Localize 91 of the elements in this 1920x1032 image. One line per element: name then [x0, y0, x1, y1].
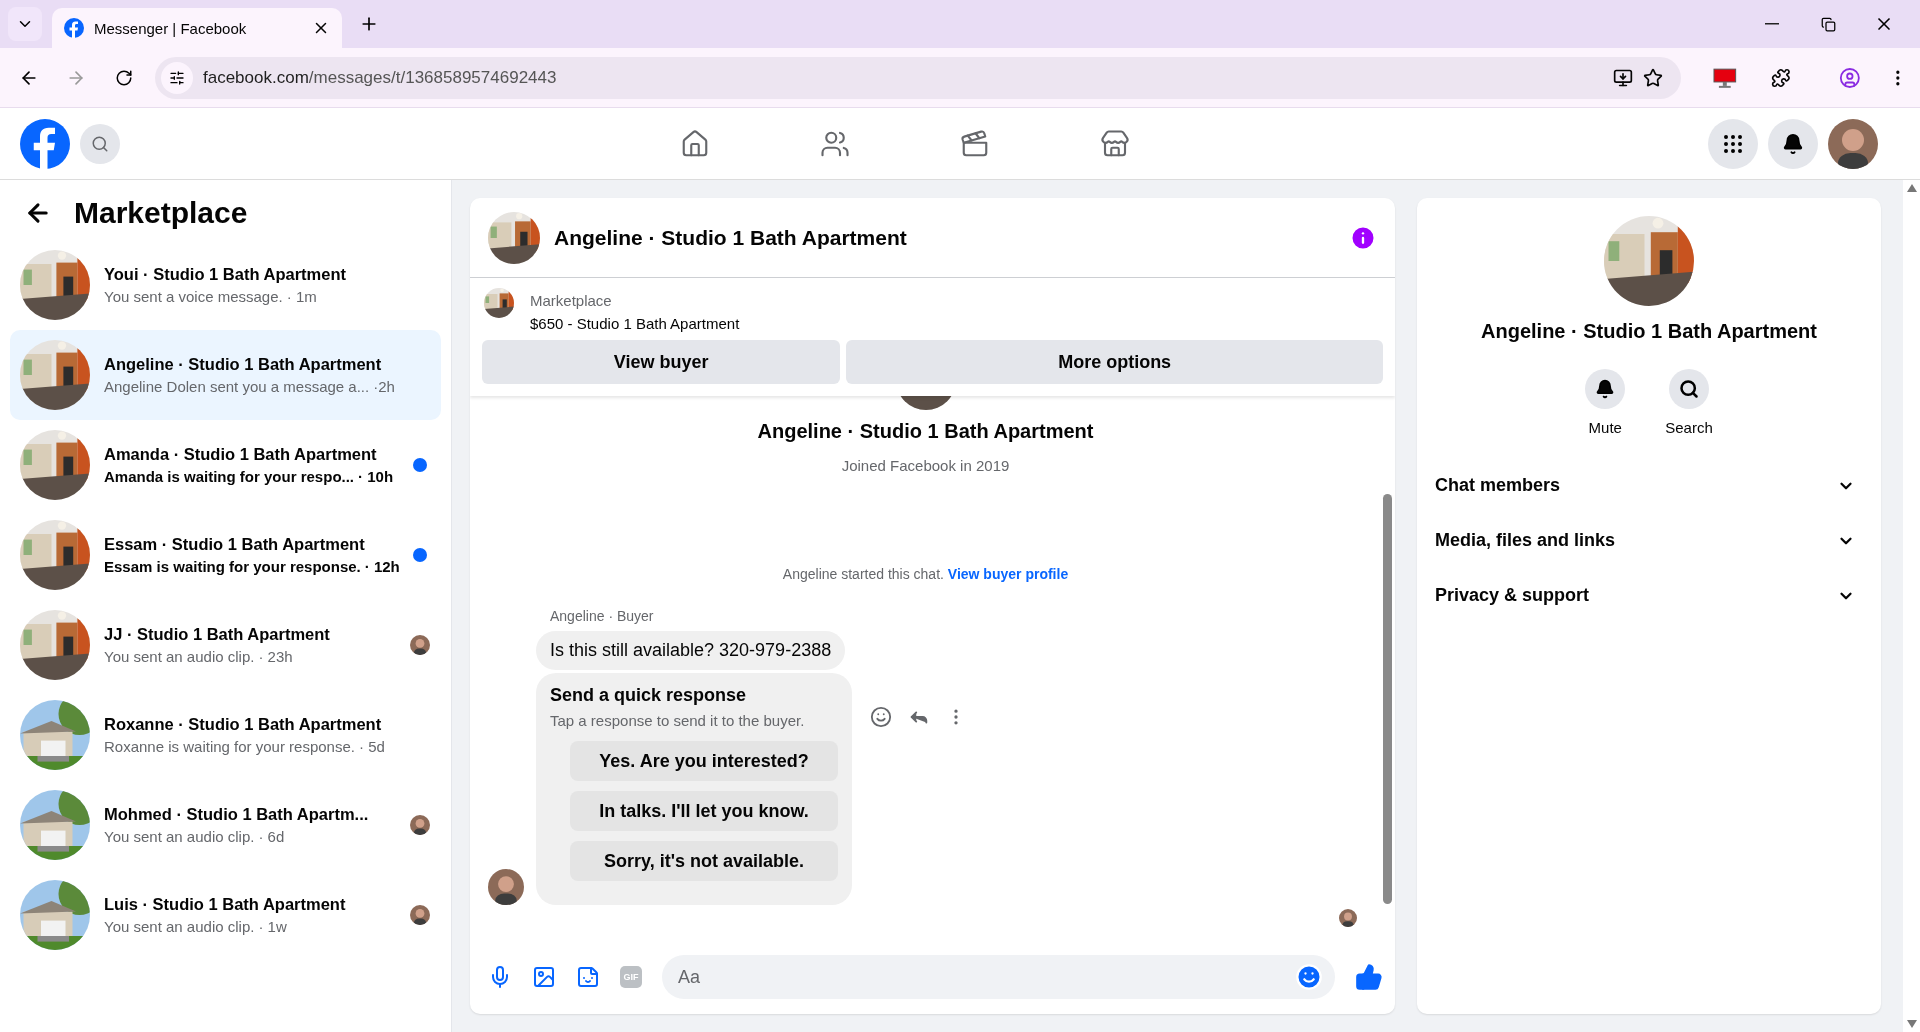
chat-title: Angeline · Studio 1 Bath Apartment	[554, 225, 908, 250]
like-icon[interactable]	[1355, 963, 1383, 991]
browser-tab[interactable]: Messenger | Facebook	[52, 8, 342, 48]
action-label: Search	[1665, 419, 1713, 436]
image-icon[interactable]	[532, 965, 556, 989]
message-preview: You sent an audio clip.	[104, 828, 255, 845]
site-settings-button[interactable]	[160, 61, 193, 94]
quick-reply-button[interactable]: In talks. I'll let you know.	[570, 791, 838, 831]
extensions-icon[interactable]	[1770, 67, 1791, 88]
message-time: · 23h	[258, 648, 293, 665]
conversation-item[interactable]: Mohmed · Studio 1 Bath Apartm... You sent an audio clip. · 6d	[10, 780, 441, 870]
bookmark-star-icon[interactable]	[1643, 67, 1664, 88]
facebook-logo-icon[interactable]	[20, 118, 70, 169]
tab-title: Messenger | Facebook	[94, 19, 248, 37]
scroll-up-icon[interactable]	[1906, 184, 1917, 192]
section-header[interactable]: Privacy & support	[1435, 568, 1863, 623]
quick-reply-button[interactable]: Sorry, it's not available.	[570, 841, 838, 881]
sender-label: Angeline · Buyer	[549, 608, 655, 624]
restore-icon	[1820, 16, 1836, 32]
conversation-name: Mohmed · Studio 1 Bath Apartm...	[104, 805, 369, 824]
section-header[interactable]: Media, files and links	[1435, 513, 1863, 568]
buyer-profile-link[interactable]: View buyer profile	[947, 566, 1069, 582]
video-icon[interactable]	[960, 129, 990, 159]
quick-reply-button[interactable]: Yes. Are you interested?	[570, 741, 838, 781]
friends-icon[interactable]	[820, 129, 850, 159]
install-icon[interactable]	[1613, 67, 1634, 88]
message-bubble: Is this still available? 320-979-2388	[536, 631, 846, 670]
conversation-item[interactable]: Roxanne · Studio 1 Bath Apartment Roxanne is waiting for your response. · 5d	[10, 690, 441, 780]
listing-source: Marketplace	[530, 292, 613, 309]
url-text: facebook.com/messages/t/1368589574692443	[202, 67, 558, 88]
message-time: · 6d	[258, 828, 285, 845]
conversation-name: Essam · Studio 1 Bath Apartment	[104, 535, 365, 554]
action-label: Mute	[1588, 419, 1622, 436]
quick-response-title: Send a quick response	[550, 685, 747, 706]
chat-notice: Angeline started this chat. View buyer profile	[781, 566, 1070, 582]
conversation-item[interactable]: Essam · Studio 1 Bath Apartment Essam is waiting for your response. · 12h	[10, 510, 441, 600]
conversation-name: JJ · Studio 1 Bath Apartment	[104, 625, 330, 644]
address-bar[interactable]: facebook.com/messages/t/1368589574692443	[154, 56, 1682, 99]
message-time: · 1m	[286, 288, 317, 305]
conversation-name: Youi · Studio 1 Bath Apartment	[104, 265, 346, 284]
notifications-button[interactable]	[1768, 118, 1818, 169]
bell-icon	[1782, 132, 1804, 155]
conversation-item[interactable]: Angeline · Studio 1 Bath Apartment Angeline Dolen sent you a message a... ·2h	[10, 330, 441, 420]
conversation-item[interactable]: Youi · Studio 1 Bath Apartment You sent a voice message. · 1m	[10, 240, 441, 330]
listing-title: $650 - Studio 1 Bath Apartment	[530, 315, 740, 332]
conversation-item[interactable]: Luis · Studio 1 Bath Apartment You sent an audio clip. · 1w	[10, 870, 441, 960]
home-icon[interactable]	[680, 129, 710, 159]
joined-text: Joined Facebook in 2019	[840, 457, 1011, 474]
conversation-item[interactable]: JJ · Studio 1 Bath Apartment You sent an audio clip. · 23h	[10, 600, 441, 690]
action-button[interactable]: More options	[846, 340, 1383, 384]
profile-icon[interactable]	[1838, 66, 1861, 89]
message-preview: Essam is waiting for your response.	[104, 558, 361, 575]
quick-response-hint: Tap a response to send it to the buyer.	[550, 712, 805, 729]
message-preview: Amanda is waiting for your respo...	[104, 468, 355, 485]
search-button[interactable]	[1669, 369, 1709, 409]
menu-grid-button[interactable]	[1708, 118, 1758, 169]
store-icon[interactable]	[1100, 129, 1130, 159]
conversation-name: Luis · Studio 1 Bath Apartment	[104, 895, 346, 914]
action-button[interactable]: View buyer	[482, 340, 841, 384]
message-time: · 1w	[258, 918, 287, 935]
sticker-icon[interactable]	[576, 965, 600, 989]
monitor-icon[interactable]	[1713, 66, 1737, 89]
scroll-down-icon[interactable]	[1906, 1020, 1917, 1028]
message-preview: You sent a voice message.	[104, 288, 283, 305]
conversation-item[interactable]: Amanda · Studio 1 Bath Apartment Amanda is waiting for your respo... · 10h	[10, 420, 441, 510]
bell-icon	[1595, 379, 1616, 399]
facebook-logo-icon	[64, 18, 84, 38]
message-preview: You sent an audio clip.	[104, 648, 255, 665]
conversation-name: Amanda · Studio 1 Bath Apartment	[104, 445, 377, 464]
message-time: · 10h	[358, 468, 394, 485]
minimize-icon	[1765, 23, 1779, 25]
conversation-name: Roxanne · Studio 1 Bath Apartment	[104, 715, 382, 734]
mute-button[interactable]	[1585, 369, 1626, 409]
search-icon	[1679, 379, 1699, 399]
message-time: · 5d	[358, 738, 385, 755]
conversation-name: Angeline · Studio 1 Bath Apartment	[104, 355, 382, 374]
search-icon	[91, 134, 109, 153]
contact-name: Angeline · Studio 1 Bath Apartment	[1481, 320, 1817, 343]
page-scrollbar[interactable]	[1903, 180, 1920, 1032]
message-preview: Angeline Dolen sent you a message a...	[104, 378, 370, 395]
emoji-icon[interactable]	[870, 705, 892, 728]
message-time: · 12h	[364, 558, 400, 575]
message-time: ·2h	[373, 378, 395, 395]
profile-name: Angeline · Studio 1 Bath Apartment	[756, 420, 1095, 443]
message-preview: You sent an audio clip.	[104, 918, 255, 935]
sliders-icon	[168, 69, 185, 86]
reload-icon	[115, 68, 134, 87]
section-header[interactable]: Chat members	[1435, 458, 1863, 513]
message-input[interactable]: Aa	[662, 955, 1335, 999]
message-preview: Roxanne is waiting for your response.	[104, 738, 355, 755]
sidebar-title: Marketplace	[74, 196, 248, 230]
